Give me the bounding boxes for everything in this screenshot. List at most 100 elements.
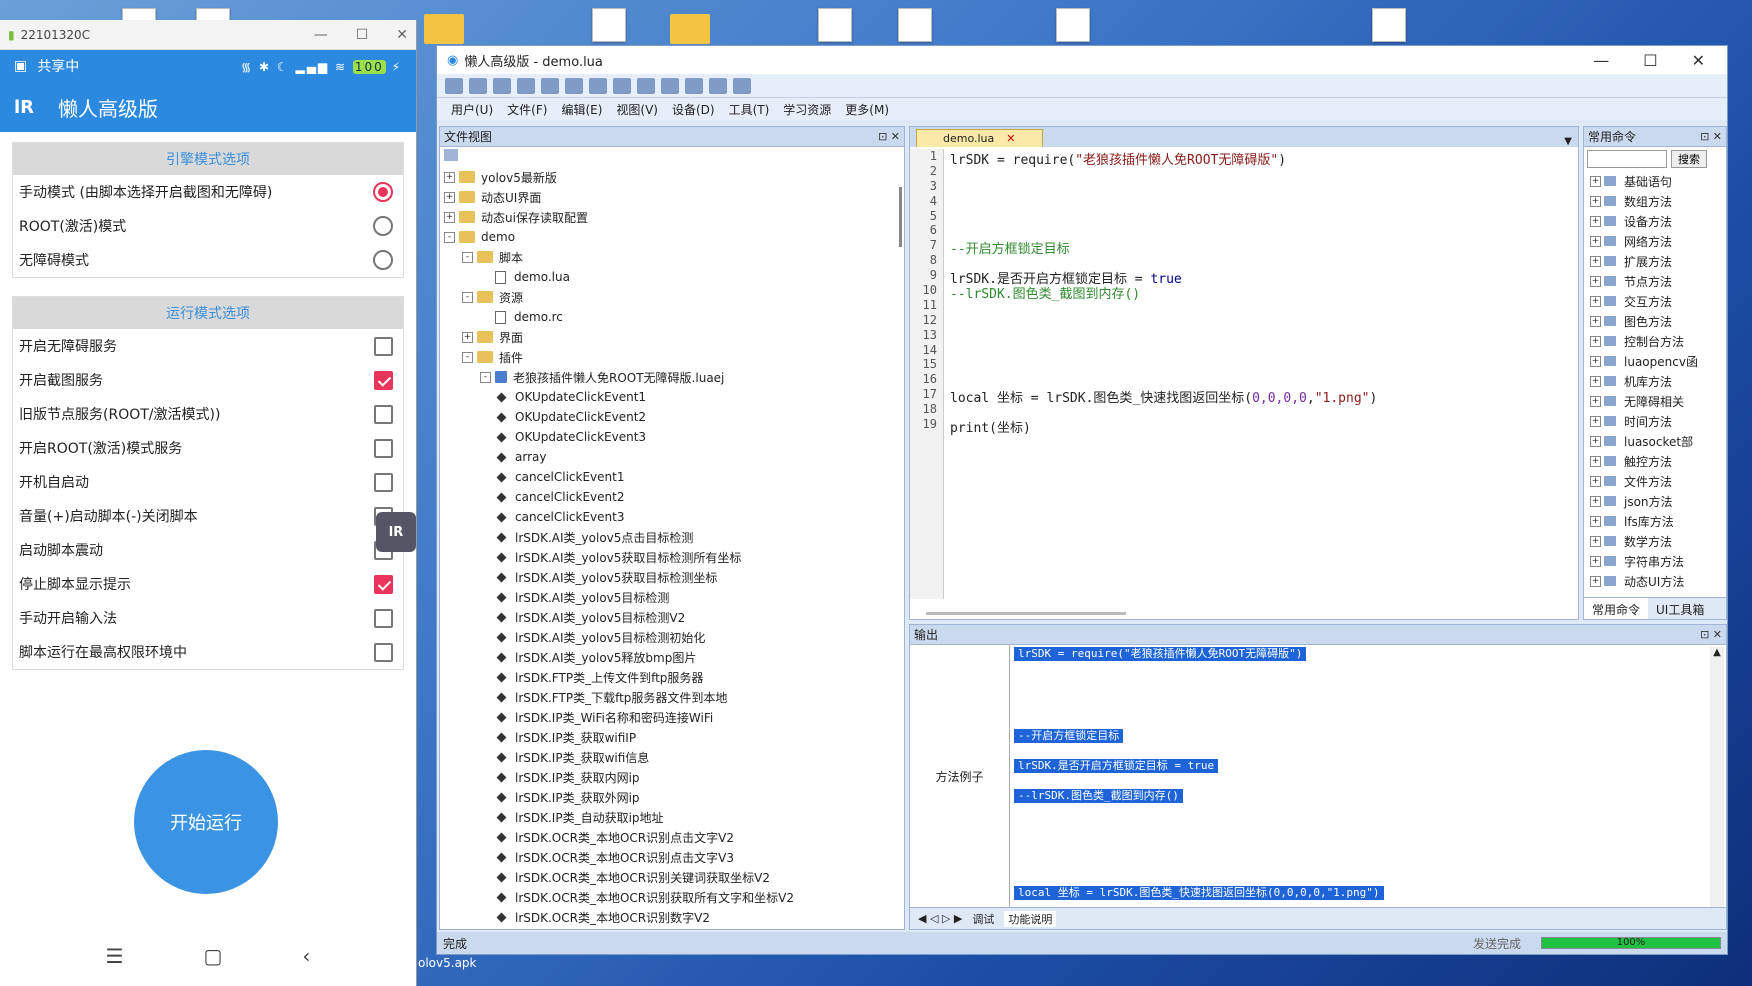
tree-node[interactable]: lrSDK.AI类_yolov5释放bmp图片 <box>440 647 896 667</box>
code-area[interactable]: lrSDK = require("老狼孩插件懒人免ROOT无障碍版") --开启… <box>950 149 1574 599</box>
expander-icon[interactable]: + <box>1590 455 1601 467</box>
close-pane-icon[interactable]: ⊡ ✕ <box>1700 130 1722 143</box>
run-option[interactable]: 开启截图服务 <box>13 363 403 397</box>
tab-function-description[interactable]: 功能说明 <box>1004 910 1057 927</box>
tree-node[interactable]: cancelClickEvent2 <box>440 487 896 507</box>
expander-icon[interactable]: + <box>1590 195 1601 207</box>
checkbox-unchecked[interactable] <box>374 336 393 356</box>
menu-item[interactable]: 工具(T) <box>729 101 770 118</box>
tree-node[interactable]: lrSDK.OCR类_本地OCR识别点击文字V2 <box>440 827 896 847</box>
tab-common-commands[interactable]: 常用命令 <box>1584 598 1649 619</box>
command-item[interactable]: + 触控方法 <box>1584 451 1726 471</box>
checkbox-unchecked[interactable] <box>374 608 393 628</box>
tree-node[interactable]: - 插件 <box>440 347 896 367</box>
close-tab-icon[interactable]: ✕ <box>1006 132 1015 145</box>
tree-scrollbar[interactable] <box>899 187 902 247</box>
tab-ui-toolbox[interactable]: UI工具箱 <box>1648 598 1712 619</box>
open-icon[interactable] <box>469 77 487 94</box>
expander-icon[interactable]: + <box>462 331 473 343</box>
command-item[interactable]: + 网络方法 <box>1584 231 1726 251</box>
code-line[interactable]: print(坐标) <box>950 417 1031 436</box>
tree-node[interactable]: lrSDK.IP类_自动获取ip地址 <box>440 807 896 827</box>
tree-node[interactable]: lrSDK.OCR类_本地OCR识别关键词获取坐标V2 <box>440 867 896 887</box>
nav-arrows-icon[interactable]: ◀ ◁ ▷ ▶ <box>918 912 962 925</box>
tree-node[interactable]: cancelClickEvent3 <box>440 507 896 527</box>
tree-node[interactable]: + yolov5最新版 <box>440 167 896 187</box>
output-scrollbar[interactable]: ▲ <box>1710 647 1724 907</box>
code-line[interactable]: --lrSDK.图色类_截图到内存() <box>950 283 1140 302</box>
help-icon[interactable] <box>733 77 751 94</box>
run-option[interactable]: 开启ROOT(激活)模式服务 <box>13 431 403 465</box>
horizontal-scrollbar[interactable] <box>926 612 1126 615</box>
command-item[interactable]: + 机库方法 <box>1584 371 1726 391</box>
tree-node[interactable]: lrSDK.AI类_yolov5目标检测初始化 <box>440 627 896 647</box>
tree-node[interactable]: + 动态UI界面 <box>440 187 896 207</box>
checkbox-checked[interactable] <box>374 574 393 594</box>
menu-item[interactable]: 视图(V) <box>616 101 658 118</box>
minimize-button[interactable]: — <box>1593 51 1609 70</box>
menu-nav-icon[interactable]: ☰ <box>106 944 124 968</box>
tree-node[interactable]: lrSDK.IP类_获取外网ip <box>440 787 896 807</box>
tree-node[interactable]: OKUpdateClickEvent2 <box>440 407 896 427</box>
expander-icon[interactable]: + <box>1590 495 1601 507</box>
run-option[interactable]: 开启无障碍服务 <box>13 329 403 363</box>
tree-node[interactable]: lrSDK.FTP类_上传文件到ftp服务器 <box>440 667 896 687</box>
expander-icon[interactable]: + <box>1590 395 1601 407</box>
run-option[interactable]: 手动开启输入法 <box>13 601 403 635</box>
command-item[interactable]: + 字符串方法 <box>1584 551 1726 571</box>
tree-node[interactable]: lrSDK.OCR类_本地OCR识别数字V2 <box>440 907 896 927</box>
tree-node[interactable]: lrSDK.IP类_WiFi名称和密码连接WiFi <box>440 707 896 727</box>
command-item[interactable]: + 数学方法 <box>1584 531 1726 551</box>
command-item[interactable]: + 节点方法 <box>1584 271 1726 291</box>
tree-node[interactable]: lrSDK.AI类_yolov5点击目标检测 <box>440 527 896 547</box>
tree-node[interactable]: - 老狼孩插件懒人免ROOT无障碍版.luaej <box>440 367 896 387</box>
tree-node[interactable]: lrSDK.IP类_获取内网ip <box>440 767 896 787</box>
desktop-file-icon[interactable] <box>818 8 852 42</box>
command-search-input[interactable] <box>1587 150 1667 168</box>
desktop-file-icon[interactable] <box>1372 8 1406 42</box>
expander-icon[interactable]: + <box>1590 275 1601 287</box>
tree-node[interactable]: lrSDK.IP类_获取wifiIP <box>440 727 896 747</box>
tree-node[interactable]: lrSDK.OCR类_本地OCR识别点击文字V3 <box>440 847 896 867</box>
expander-icon[interactable]: + <box>1590 575 1601 587</box>
expander-icon[interactable]: + <box>1590 355 1601 367</box>
expander-icon[interactable]: + <box>1590 415 1601 427</box>
checkbox-unchecked[interactable] <box>374 404 393 424</box>
tree-node[interactable]: lrSDK.AI类_yolov5目标检测 <box>440 587 896 607</box>
run-option[interactable]: 旧版节点服务(ROOT/激活模式)) <box>13 397 403 431</box>
command-item[interactable]: + 交互方法 <box>1584 291 1726 311</box>
tree-node[interactable]: lrSDK.OCR类_本地OCR识别获取所有文字和坐标V2 <box>440 887 896 907</box>
expander-icon[interactable]: - <box>462 351 473 363</box>
cut-icon[interactable] <box>589 77 607 94</box>
save-icon[interactable] <box>493 77 511 94</box>
expander-icon[interactable]: + <box>444 211 455 223</box>
command-item[interactable]: + 动态UI方法 <box>1584 571 1726 591</box>
expander-icon[interactable]: + <box>1590 335 1601 347</box>
expander-icon[interactable]: + <box>1590 435 1601 447</box>
expander-icon[interactable]: + <box>444 191 455 203</box>
engine-option-root[interactable]: ROOT(激活)模式 <box>13 209 403 243</box>
checkbox-checked[interactable] <box>374 370 393 390</box>
device-icon[interactable] <box>685 77 703 94</box>
save-all-icon[interactable] <box>517 77 535 94</box>
command-item[interactable]: + 图色方法 <box>1584 311 1726 331</box>
command-item[interactable]: + luaopencv函 <box>1584 351 1726 371</box>
code-line[interactable]: lrSDK = require("老狼孩插件懒人免ROOT无障碍版") <box>950 149 1286 168</box>
expander-icon[interactable]: - <box>462 251 473 263</box>
engine-option-manual[interactable]: 手动模式 (由脚本选择开启截图和无障碍) <box>13 175 403 209</box>
run-option[interactable]: 启动脚本震动 <box>13 533 403 567</box>
home-nav-icon[interactable]: ▢ <box>204 944 223 968</box>
expander-icon[interactable]: + <box>1590 215 1601 227</box>
radio-unselected[interactable] <box>373 216 393 236</box>
tab-debug[interactable]: 调试 <box>972 911 994 927</box>
run-option[interactable]: 音量(+)启动脚本(-)关闭脚本 <box>13 499 403 533</box>
tree-node[interactable]: lrSDK.AI类_yolov5获取目标检测坐标 <box>440 567 896 587</box>
command-item[interactable]: + 控制台方法 <box>1584 331 1726 351</box>
close-button[interactable]: ✕ <box>396 27 408 43</box>
tree-node[interactable]: array <box>440 447 896 467</box>
maximize-button[interactable]: ☐ <box>356 27 369 43</box>
tree-node[interactable]: - 资源 <box>440 287 896 307</box>
code-line[interactable]: --开启方框锁定目标 <box>950 238 1070 257</box>
command-item[interactable]: + 无障碍相关 <box>1584 391 1726 411</box>
back-nav-icon[interactable]: ‹ <box>302 944 310 968</box>
